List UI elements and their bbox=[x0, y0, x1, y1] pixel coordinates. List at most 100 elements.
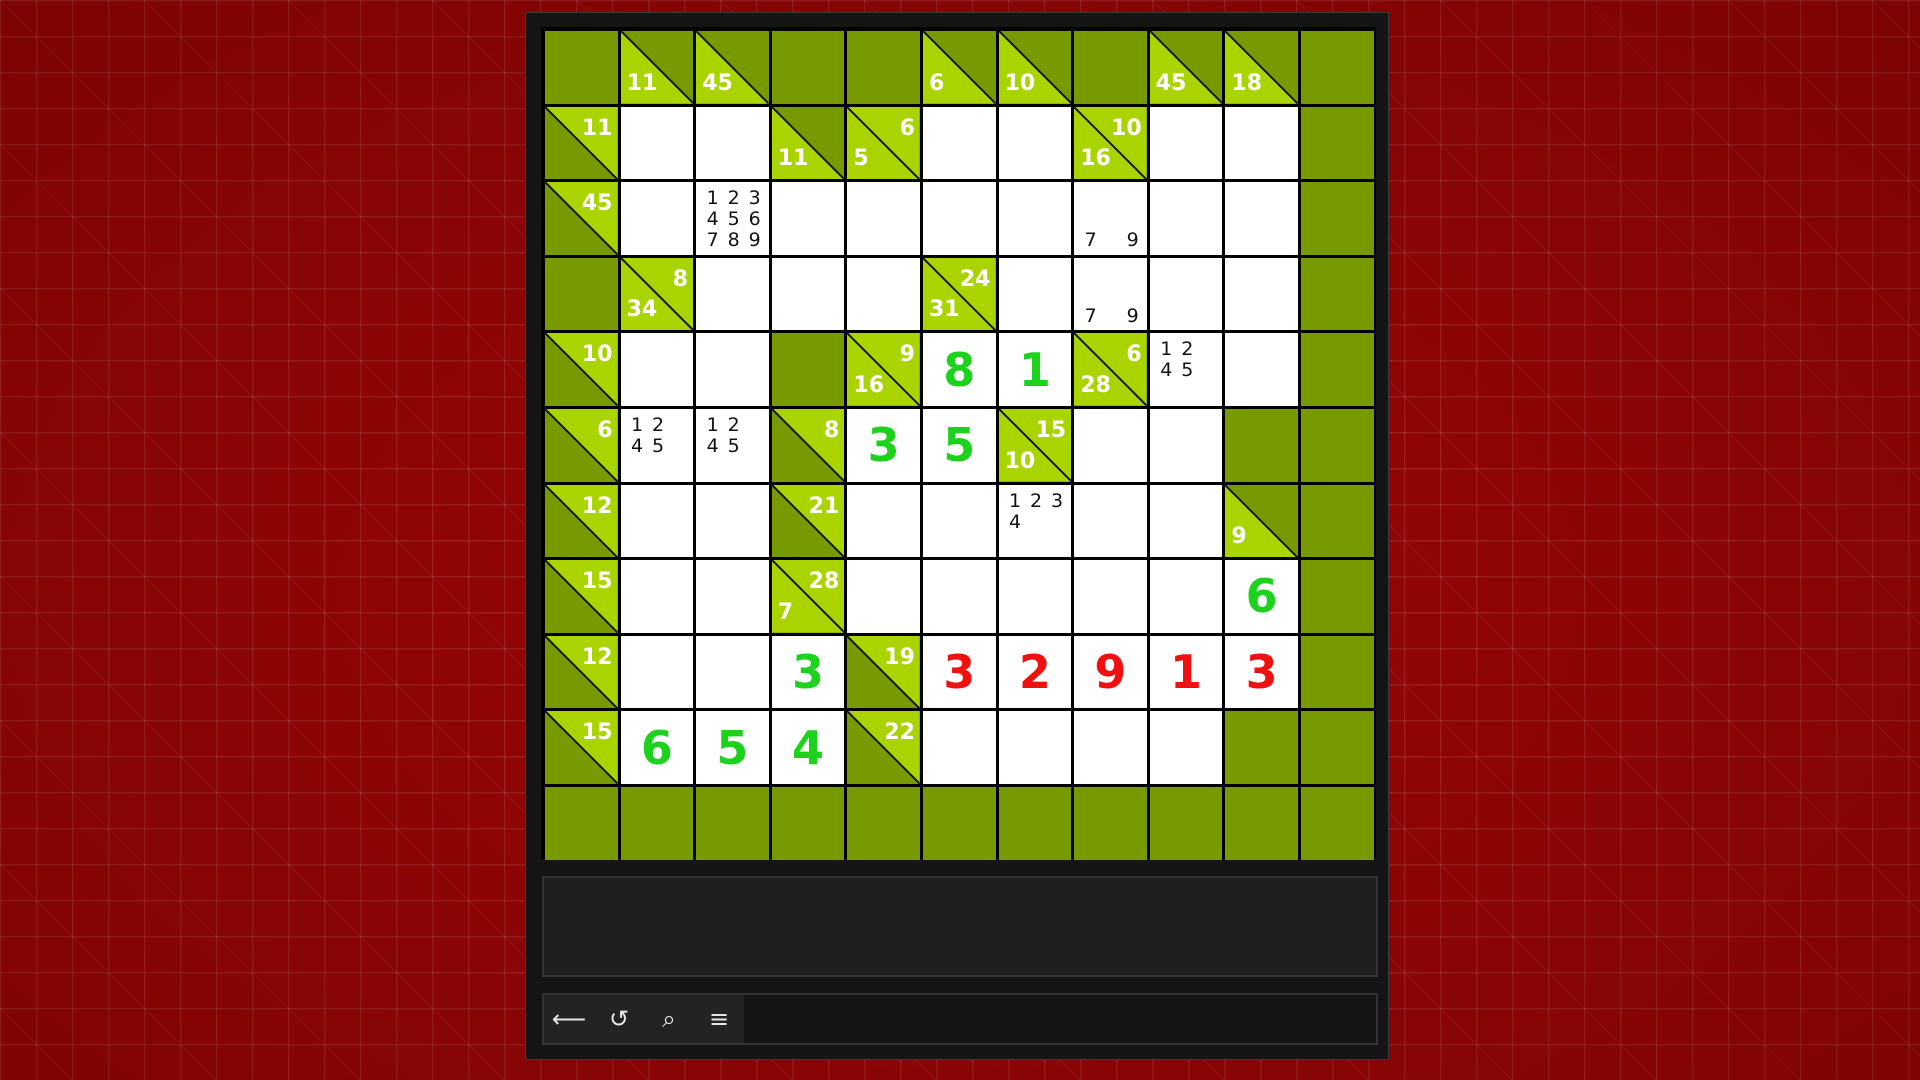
entry-cell[interactable]: 6 bbox=[620, 711, 694, 784]
entry-cell[interactable] bbox=[1225, 257, 1298, 331]
entry-cell[interactable]: 123 456 789 bbox=[696, 182, 769, 255]
entry-cell[interactable]: 5 bbox=[696, 711, 769, 784]
entry-cell[interactable]: 1245 bbox=[1149, 333, 1223, 406]
candidate-digit: 5 bbox=[652, 435, 665, 457]
across-clue: 22 bbox=[884, 720, 915, 746]
entry-cell[interactable] bbox=[998, 711, 1072, 784]
entry-cell[interactable] bbox=[847, 257, 920, 331]
candidate-digit: 4 bbox=[1009, 510, 1022, 533]
down-clue: 31 bbox=[929, 297, 960, 323]
entry-cell[interactable]: 79 bbox=[1074, 182, 1147, 255]
entry-cell[interactable]: 123 4 bbox=[998, 484, 1072, 558]
block-cell bbox=[1074, 31, 1147, 104]
entry-cell[interactable] bbox=[1149, 409, 1223, 482]
entry-cell[interactable] bbox=[620, 484, 694, 558]
entry-cell[interactable] bbox=[1149, 560, 1223, 633]
entry-cell[interactable] bbox=[1074, 484, 1147, 558]
entry-cell[interactable] bbox=[620, 635, 694, 709]
entry-cell[interactable]: 9 bbox=[1074, 635, 1147, 709]
entry-cell[interactable] bbox=[923, 560, 996, 633]
entry-cell[interactable]: 4 bbox=[771, 711, 845, 784]
across-clue: 45 bbox=[581, 191, 613, 217]
entry-cell[interactable]: 1 bbox=[1149, 635, 1223, 709]
block-cell bbox=[1301, 409, 1374, 482]
entry-cell[interactable]: 3 bbox=[771, 635, 845, 709]
entry-cell[interactable] bbox=[998, 182, 1072, 255]
entry-cell[interactable] bbox=[620, 106, 694, 180]
entry-cell[interactable]: 79 bbox=[1074, 257, 1147, 331]
down-clue: 28 bbox=[1080, 372, 1111, 398]
entry-cell[interactable] bbox=[1149, 257, 1223, 331]
across-clue: 21 bbox=[808, 493, 840, 519]
entry-cell[interactable]: 3 bbox=[923, 635, 996, 709]
entry-cell[interactable] bbox=[696, 106, 769, 180]
entry-cell[interactable] bbox=[998, 560, 1072, 633]
menu-button[interactable]: ≡ bbox=[694, 995, 744, 1043]
entry-cell[interactable]: 1245 bbox=[696, 409, 769, 482]
entry-cell[interactable] bbox=[923, 711, 996, 784]
entry-cell[interactable]: 3 bbox=[847, 409, 920, 482]
across-clue: 12 bbox=[581, 644, 613, 670]
entry-cell[interactable] bbox=[1149, 484, 1223, 558]
back-arrow-button[interactable]: ⟵ bbox=[544, 995, 594, 1043]
clue-cell: 15 10 bbox=[998, 409, 1072, 482]
entry-cell[interactable] bbox=[998, 257, 1072, 331]
entry-cell[interactable] bbox=[771, 257, 845, 331]
entry-cell[interactable] bbox=[1225, 182, 1298, 255]
entry-cell[interactable]: 5 bbox=[923, 409, 996, 482]
candidate-digit bbox=[1026, 533, 1047, 554]
candidate-digit bbox=[1198, 360, 1219, 381]
status-bar bbox=[744, 995, 1376, 1043]
wrong-value: 3 bbox=[943, 645, 976, 700]
entry-cell[interactable] bbox=[620, 182, 694, 255]
entry-cell[interactable] bbox=[998, 106, 1072, 180]
candidate-digit bbox=[627, 457, 648, 478]
entry-cell[interactable] bbox=[847, 484, 920, 558]
entry-cell[interactable] bbox=[1074, 711, 1147, 784]
undo-button[interactable]: ↺ bbox=[594, 995, 644, 1043]
entry-cell[interactable] bbox=[771, 182, 845, 255]
block-cell bbox=[1301, 257, 1374, 331]
entry-cell[interactable] bbox=[923, 106, 996, 180]
entry-cell[interactable] bbox=[1149, 182, 1223, 255]
down-clue: 9 bbox=[1231, 524, 1247, 550]
candidate-digit: 2 bbox=[727, 414, 740, 436]
entry-cell[interactable] bbox=[696, 484, 769, 558]
down-clue: 45 bbox=[702, 70, 733, 96]
entry-cell[interactable]: 3 bbox=[1225, 635, 1298, 709]
entry-cell[interactable] bbox=[696, 560, 769, 633]
entry-cell[interactable] bbox=[1225, 106, 1298, 180]
entry-cell[interactable] bbox=[620, 333, 694, 406]
block-cell bbox=[1225, 787, 1298, 860]
entry-cell[interactable] bbox=[696, 635, 769, 709]
down-clue: 6 bbox=[929, 70, 945, 96]
entry-cell[interactable]: 6 bbox=[1225, 560, 1298, 633]
clue-cell: 6 28 bbox=[1074, 333, 1147, 406]
candidate-digit bbox=[702, 457, 723, 478]
entry-cell[interactable] bbox=[1149, 106, 1223, 180]
entry-cell[interactable] bbox=[1074, 560, 1147, 633]
entry-cell[interactable]: 8 bbox=[923, 333, 996, 406]
search-button[interactable]: ⌕ bbox=[644, 995, 694, 1043]
candidate-digit: 9 bbox=[1126, 229, 1139, 252]
entry-cell[interactable] bbox=[696, 257, 769, 331]
entry-cell[interactable]: 2 bbox=[998, 635, 1072, 709]
block-cell bbox=[1301, 560, 1374, 633]
entry-cell[interactable] bbox=[620, 560, 694, 633]
entry-cell[interactable] bbox=[847, 560, 920, 633]
entry-cell[interactable] bbox=[1074, 409, 1147, 482]
entry-cell[interactable] bbox=[847, 182, 920, 255]
down-clue: 45 bbox=[1155, 70, 1187, 96]
entry-cell[interactable] bbox=[1225, 333, 1298, 406]
candidate-digit: 2 bbox=[727, 187, 740, 210]
clue-cell: 15 bbox=[545, 560, 618, 633]
entry-cell[interactable] bbox=[1149, 711, 1223, 784]
clue-cell: 8 bbox=[771, 409, 845, 482]
entry-cell[interactable]: 1 bbox=[998, 333, 1072, 406]
block-cell bbox=[1149, 787, 1223, 860]
entry-cell[interactable]: 1245 bbox=[620, 409, 694, 482]
entry-cell[interactable] bbox=[923, 182, 996, 255]
entry-cell[interactable] bbox=[696, 333, 769, 406]
candidate-digit bbox=[1101, 285, 1122, 306]
entry-cell[interactable] bbox=[923, 484, 996, 558]
